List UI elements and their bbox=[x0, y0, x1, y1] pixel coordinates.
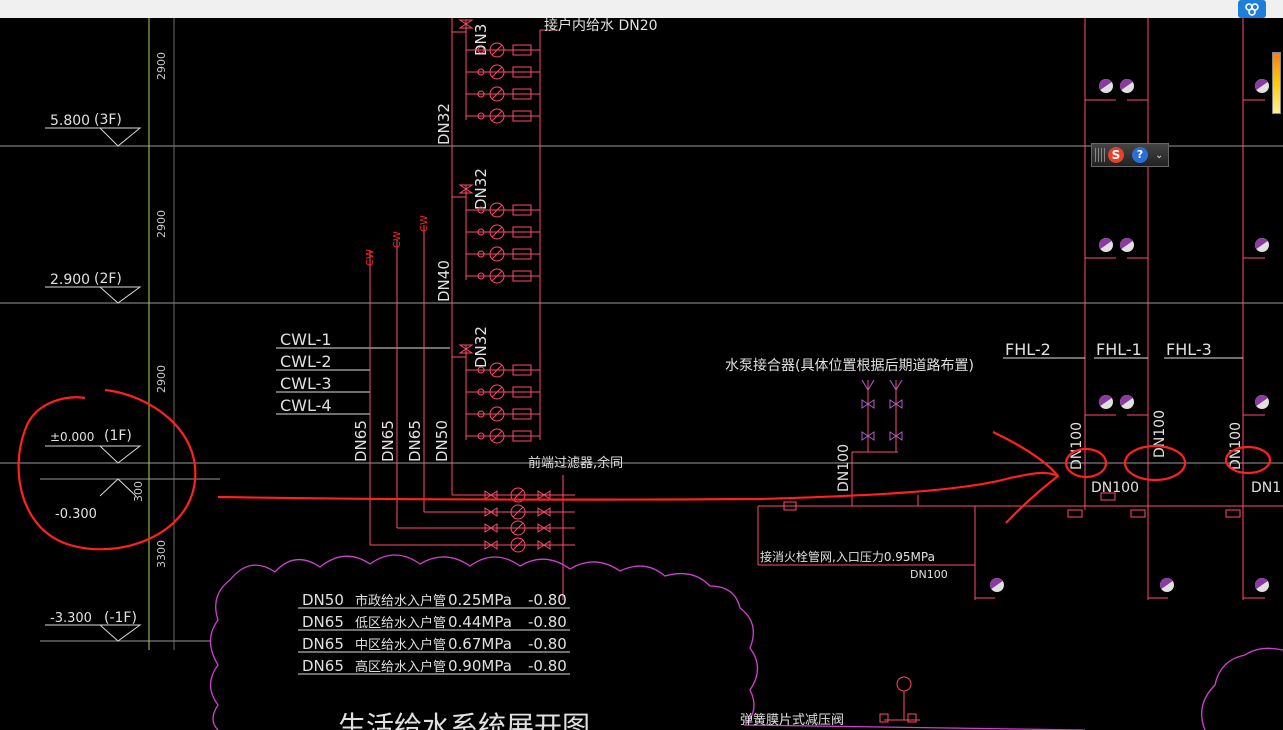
pressure-reducer-symbol bbox=[879, 676, 920, 723]
ime-logo-icon[interactable]: S bbox=[1108, 147, 1124, 163]
legend-row-0-col-2: 0.25MPa bbox=[448, 591, 512, 609]
dn100-pump: DN100 bbox=[836, 444, 852, 492]
header-note: 接户内给水 DN20 bbox=[544, 17, 658, 34]
annotation-arrow-head bbox=[992, 431, 1060, 524]
color-scale-indicator bbox=[1272, 52, 1281, 114]
fhl-1-label: FHL-1 bbox=[1096, 340, 1142, 359]
pump-adapter-note: 水泵接合器(具体位置根据后期道路布置) bbox=[725, 357, 974, 374]
dn100-fhl2: DN100 bbox=[1069, 422, 1085, 470]
branch-size-3f: DN32 bbox=[435, 103, 453, 145]
legend-row-2-col-0: DN65 bbox=[302, 635, 344, 653]
legend-row-2-col-3: -0.80 bbox=[528, 635, 567, 653]
legend-row-0-col-1: 市政给水入户管 bbox=[355, 593, 446, 609]
fhl-3-label: FHL-3 bbox=[1166, 340, 1212, 359]
label-cwl-1: CWL-1 bbox=[280, 330, 332, 349]
dn100-main-right: DN1 bbox=[1251, 480, 1281, 496]
legend-row-1-col-1: 低区给水入户管 bbox=[355, 615, 446, 631]
dim-300: 300 bbox=[132, 481, 145, 502]
label-cwl-3: CWL-3 bbox=[280, 374, 332, 393]
chevron-down-icon[interactable]: ⌄ bbox=[1155, 150, 1163, 161]
legend: DN50 市政给水入户管 0.25MPa -0.80 DN65 低区给水入户管 0.44MP… bbox=[302, 591, 567, 675]
ime-toolbar[interactable]: S ? ⌄ bbox=[1091, 143, 1169, 167]
riser-size-3: DN65 bbox=[406, 420, 424, 462]
level-symbols bbox=[45, 127, 142, 642]
legend-row-3-col-2: 0.90MPa bbox=[448, 657, 512, 675]
dn100-fhl1: DN100 bbox=[1152, 410, 1168, 458]
level-2900: 2.900 bbox=[50, 272, 90, 288]
branch-size-1f-header: DN32 bbox=[472, 326, 490, 368]
level-minus3300: -3.300 bbox=[50, 611, 92, 626]
legend-row-2-col-2: 0.67MPa bbox=[448, 635, 512, 653]
dim-2900-b: 2900 bbox=[155, 210, 168, 238]
annotation-arrow-line bbox=[217, 471, 1059, 501]
branch-size-2f-header: DN32 bbox=[472, 168, 490, 210]
legend-row-0-col-0: DN50 bbox=[302, 591, 344, 609]
level-minus0300: -0.300 bbox=[55, 507, 97, 522]
riser-size-4: DN50 bbox=[433, 420, 451, 462]
fhl-risers bbox=[975, 18, 1265, 600]
level-5800: 5.800 bbox=[50, 113, 90, 129]
floor-2f: (2F) bbox=[94, 271, 122, 287]
legend-row-2-col-1: 中区给水入户管 bbox=[355, 637, 446, 653]
filter-note: 前端过滤器,余同 bbox=[528, 455, 623, 471]
level-0000: ±0.000 bbox=[50, 430, 94, 444]
floor-3f: (3F) bbox=[94, 112, 122, 128]
fhl-2-label: FHL-2 bbox=[1005, 340, 1051, 359]
dn100-small: DN100 bbox=[910, 568, 948, 581]
fire-network-note: 接消火栓管网,入口压力0.95MPa bbox=[760, 549, 935, 564]
cw-label-2: CW bbox=[392, 231, 403, 248]
floor-1f: (1F) bbox=[104, 428, 132, 444]
meter-groups bbox=[452, 19, 540, 444]
annotation-circle-left bbox=[17, 388, 197, 551]
legend-row-3-col-3: -0.80 bbox=[528, 657, 567, 675]
dim-3300: 3300 bbox=[155, 540, 168, 568]
valve-row bbox=[480, 487, 575, 553]
help-icon[interactable]: ? bbox=[1132, 147, 1148, 163]
cw-label-1: CW bbox=[365, 249, 376, 266]
legend-row-3-col-1: 高区给水入户管 bbox=[355, 659, 446, 675]
label-cwl-4: CWL-4 bbox=[280, 396, 332, 415]
legend-row-0-col-3: -0.80 bbox=[528, 591, 567, 609]
cw-label-3: CW bbox=[419, 215, 430, 232]
riser-size-2: DN65 bbox=[379, 420, 397, 462]
legend-row-1-col-3: -0.80 bbox=[528, 613, 567, 631]
floor-grid bbox=[0, 145, 1283, 642]
dn100-main: DN100 bbox=[1091, 480, 1139, 496]
cad-drawing-canvas[interactable]: 2900 2900 2900 300 3300 5.800 (3F) 2.900… bbox=[0, 0, 1283, 730]
revision-cloud-right bbox=[1201, 647, 1283, 730]
branch-size-2f: DN40 bbox=[435, 260, 453, 302]
drag-grip-icon[interactable] bbox=[1095, 148, 1105, 162]
branch-size-top: DN3 bbox=[472, 24, 490, 56]
dim-2900-c: 2900 bbox=[155, 365, 168, 393]
riser-size-1: DN65 bbox=[352, 420, 370, 462]
legend-row-1-col-2: 0.44MPa bbox=[448, 613, 512, 631]
dn100-fhl3: DN100 bbox=[1228, 422, 1244, 470]
label-cwl-2: CWL-2 bbox=[280, 352, 332, 371]
legend-row-1-col-0: DN65 bbox=[302, 613, 344, 631]
reducer-note: 弹簧膜片式减压阀 bbox=[740, 712, 844, 728]
legend-row-3-col-0: DN65 bbox=[302, 657, 344, 675]
diagram-title: 生活给水系统展开图 bbox=[338, 710, 590, 730]
dim-2900-a: 2900 bbox=[155, 52, 168, 80]
floor-minus1f: (-1F) bbox=[104, 610, 137, 626]
